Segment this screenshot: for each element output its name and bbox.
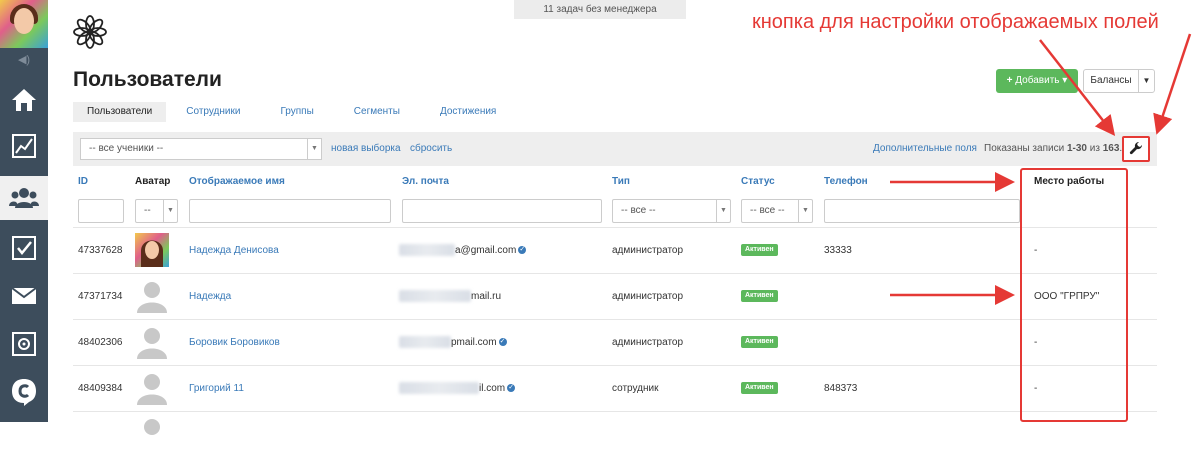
type-cell: администратор <box>612 291 684 302</box>
col-header-email[interactable]: Эл. почта <box>402 176 449 187</box>
col-header-id[interactable]: ID <box>78 176 88 187</box>
tasks-banner[interactable]: 11 задач без менеджера <box>514 0 686 19</box>
users-icon[interactable] <box>0 176 48 220</box>
avatar-placeholder-icon <box>135 325 169 359</box>
wrench-icon <box>1129 141 1143 155</box>
tasks-icon[interactable] <box>0 226 48 270</box>
email-cell: a@gmail.com ✓ <box>455 245 527 256</box>
user-name-link[interactable]: Григорий 11 <box>189 366 244 411</box>
extra-fields-link[interactable]: Дополнительные поля <box>873 132 977 166</box>
chevron-down-icon: ▼ <box>798 200 812 222</box>
records-shown-text: Показаны записи 1-30 из 163. <box>984 143 1123 154</box>
type-cell: администратор <box>612 245 684 256</box>
email-cell: il.com ✓ <box>479 383 516 394</box>
email-redacted <box>399 244 455 256</box>
table-row: 47371734 Надежда mail.ru администратор А… <box>73 273 1157 319</box>
status-badge: Активен <box>741 336 778 348</box>
add-button[interactable]: + Добавить ▾ <box>996 69 1078 93</box>
avatar-placeholder-icon <box>135 371 169 405</box>
balances-button[interactable]: Балансы <box>1083 69 1139 93</box>
user-name-link[interactable]: Боровик Боровиков <box>189 320 280 365</box>
tabs: Пользователи Сотрудники Группы Сегменты … <box>73 102 516 122</box>
table-row: 47337628 Надежда Денисова a@gmail.com ✓ а… <box>73 227 1157 273</box>
verified-icon: ✓ <box>507 384 516 393</box>
home-icon[interactable] <box>0 78 48 122</box>
id-filter-input[interactable] <box>78 199 124 223</box>
avatar <box>135 233 169 267</box>
new-selection-link[interactable]: новая выборка <box>331 132 401 166</box>
col-header-status[interactable]: Статус <box>741 176 775 187</box>
page-title: Пользователи <box>73 68 222 91</box>
type-cell: сотрудник <box>612 383 659 394</box>
row-id: 48409384 <box>78 383 123 394</box>
col-header-phone[interactable]: Телефон <box>824 176 868 187</box>
workplace-column-highlight <box>1020 168 1128 422</box>
col-header-name[interactable]: Отображаемое имя <box>189 176 285 187</box>
status-badge: Активен <box>741 290 778 302</box>
tab-employees[interactable]: Сотрудники <box>166 102 260 122</box>
tab-groups[interactable]: Группы <box>260 102 333 122</box>
row-id: 48402306 <box>78 337 123 348</box>
reset-link[interactable]: сбросить <box>410 132 452 166</box>
user-avatar[interactable] <box>0 0 48 48</box>
type-filter-select[interactable]: -- все -- ▼ <box>612 199 731 223</box>
name-filter-input[interactable] <box>189 199 391 223</box>
tab-users[interactable]: Пользователи <box>73 102 167 122</box>
avatar-placeholder-icon <box>135 416 169 450</box>
email-cell: mail.ru <box>471 291 502 302</box>
type-cell: администратор <box>612 337 684 348</box>
phone-filter-input[interactable] <box>824 199 1020 223</box>
row-id: 47371734 <box>78 291 123 302</box>
email-redacted <box>399 336 451 348</box>
user-name-link[interactable]: Надежда Денисова <box>189 228 279 273</box>
email-redacted <box>399 382 479 394</box>
tab-segments[interactable]: Сегменты <box>334 102 420 122</box>
sidebar: ◀) <box>0 0 48 422</box>
mail-icon[interactable] <box>0 274 48 318</box>
table-row: 48409384 Григорий 11 il.com ✓ сотрудник А… <box>73 365 1157 411</box>
table-row: 48402306 Боровик Боровиков pmail.com ✓ ад… <box>73 319 1157 365</box>
safe-icon[interactable] <box>0 322 48 366</box>
field-settings-button[interactable] <box>1122 136 1150 162</box>
col-header-type[interactable]: Тип <box>612 176 630 187</box>
add-button-label: Добавить <box>1015 75 1060 86</box>
students-select[interactable]: -- все ученики -- ▼ <box>80 138 322 160</box>
user-name-link[interactable]: Надежда <box>189 274 231 319</box>
logo-icon <box>73 15 107 49</box>
verified-icon: ✓ <box>498 338 507 347</box>
chart-icon[interactable] <box>0 124 48 168</box>
verified-icon: ✓ <box>518 246 527 255</box>
avatar-placeholder-icon <box>135 279 169 313</box>
email-filter-input[interactable] <box>402 199 602 223</box>
chevron-down-icon: ▼ <box>163 200 177 222</box>
phone-cell: 848373 <box>824 383 858 394</box>
table-row <box>73 411 1157 435</box>
filter-bar: -- все ученики -- ▼ новая выборка сбросит… <box>73 132 1157 166</box>
avatar-filter-select[interactable]: -- ▼ <box>135 199 178 223</box>
row-id: 47337628 <box>78 245 123 256</box>
email-redacted <box>399 290 471 302</box>
tab-achievements[interactable]: Достижения <box>420 102 516 122</box>
chevron-down-icon: ▼ <box>716 200 730 222</box>
speaker-icon[interactable]: ◀) <box>0 50 48 70</box>
phone-cell: 33333 <box>824 245 852 256</box>
status-badge: Активен <box>741 382 778 394</box>
email-cell: pmail.com ✓ <box>451 337 507 348</box>
annotation-text: кнопка для настройки отображаемых полей <box>752 11 1159 33</box>
status-filter-select[interactable]: -- все -- ▼ <box>741 199 813 223</box>
arrow-to-wrench <box>1153 33 1192 135</box>
brand-icon[interactable] <box>0 370 48 414</box>
balances-dropdown-icon[interactable]: ▼ <box>1138 69 1155 93</box>
col-header-avatar: Аватар <box>135 176 171 187</box>
chevron-down-icon: ▼ <box>307 139 321 159</box>
status-badge: Активен <box>741 244 778 256</box>
